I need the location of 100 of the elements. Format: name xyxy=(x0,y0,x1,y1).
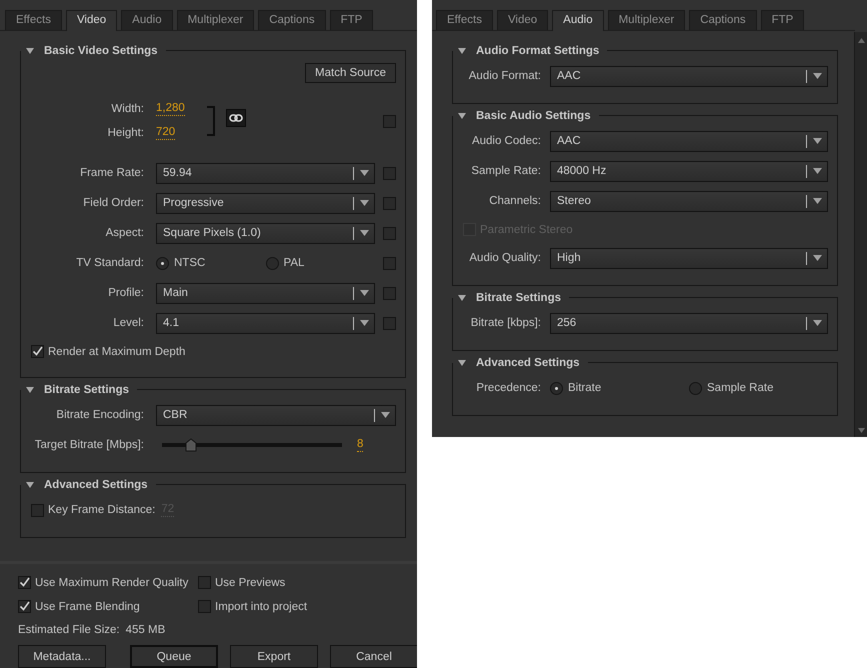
checkbox[interactable] xyxy=(31,504,44,516)
caret-icon[interactable] xyxy=(813,168,822,174)
checkbox[interactable] xyxy=(18,576,31,589)
field-label: Precedence: xyxy=(475,382,541,394)
dropdown[interactable]: Square Pixels (1.0) xyxy=(156,222,375,244)
radio-label[interactable]: Sample Rate xyxy=(707,382,774,394)
tab[interactable]: Multiplexer xyxy=(176,10,254,30)
checkbox-label[interactable]: Use Frame Blending xyxy=(35,600,140,612)
dropdown[interactable]: 59.94 xyxy=(156,162,375,184)
tab[interactable]: Effects xyxy=(436,10,493,30)
caret-icon[interactable] xyxy=(360,200,369,206)
tab[interactable]: Video xyxy=(66,10,118,31)
disclosure-triangle-icon[interactable] xyxy=(26,482,34,488)
field-label: Audio Codec: xyxy=(470,135,541,147)
slider-value[interactable]: 8 xyxy=(357,438,364,452)
estimate-value: 455 MB xyxy=(126,624,166,636)
dialog-button[interactable]: Export xyxy=(230,645,318,668)
link-icon[interactable] xyxy=(226,109,246,127)
radio-button[interactable] xyxy=(550,382,563,394)
field-label: Profile: xyxy=(107,287,144,299)
field-label: Audio Quality: xyxy=(468,252,541,264)
checkbox-label[interactable]: Use Maximum Render Quality xyxy=(35,576,188,588)
radio-label[interactable]: Bitrate xyxy=(568,382,602,394)
disclosure-triangle-icon[interactable] xyxy=(26,48,34,54)
checkbox[interactable] xyxy=(383,166,396,180)
field-label: Field Order: xyxy=(82,197,144,209)
checkbox[interactable] xyxy=(198,600,211,613)
checkbox-label[interactable]: Key Frame Distance: xyxy=(48,504,156,516)
dropdown[interactable]: 48000 Hz xyxy=(550,160,828,182)
radio-button[interactable] xyxy=(689,382,702,394)
section-title: Audio Format Settings xyxy=(476,45,600,57)
radio-label[interactable]: PAL xyxy=(284,257,304,269)
dropdown[interactable]: High xyxy=(550,248,828,268)
dialog-button[interactable]: Metadata... xyxy=(18,645,106,668)
tab[interactable]: Video xyxy=(496,10,548,30)
field-label: Bitrate [kbps]: xyxy=(470,317,541,329)
caret-icon[interactable] xyxy=(813,73,822,79)
dialog-button[interactable]: Queue xyxy=(130,645,218,668)
dropdown[interactable]: AAC xyxy=(550,130,828,152)
checkbox-label[interactable]: Import into project xyxy=(215,600,308,612)
checkbox[interactable] xyxy=(383,226,396,240)
field-label: Audio Format: xyxy=(468,70,541,82)
caret-icon[interactable] xyxy=(381,412,390,418)
caret-icon[interactable] xyxy=(813,320,822,326)
scrollbar[interactable] xyxy=(854,32,867,437)
checkbox[interactable] xyxy=(383,114,396,128)
tab[interactable]: Audio xyxy=(121,10,173,30)
checkbox[interactable] xyxy=(383,196,396,210)
section-title: Bitrate Settings xyxy=(44,384,129,396)
tab[interactable]: Multiplexer xyxy=(608,10,686,30)
dropdown[interactable]: Stereo xyxy=(550,190,828,212)
checkbox[interactable] xyxy=(383,286,396,300)
radio-button[interactable] xyxy=(156,256,169,270)
tab[interactable]: FTP xyxy=(760,10,804,30)
field-label: Height: xyxy=(106,127,144,139)
dropdown[interactable]: 256 xyxy=(550,312,828,334)
caret-icon[interactable] xyxy=(360,320,369,326)
disclosure-triangle-icon[interactable] xyxy=(26,387,34,393)
value-field[interactable]: 720 xyxy=(156,126,176,140)
disclosure-triangle-icon[interactable] xyxy=(458,360,466,366)
tab[interactable]: Captions xyxy=(258,10,326,30)
radio-button[interactable] xyxy=(266,256,278,270)
tab[interactable]: Effects xyxy=(5,10,62,30)
caret-icon[interactable] xyxy=(813,198,822,204)
tab[interactable]: Audio xyxy=(552,10,604,31)
caret-icon[interactable] xyxy=(813,138,822,144)
bracket-icon xyxy=(206,106,216,136)
checkbox-label[interactable]: Use Previews xyxy=(215,576,286,588)
caret-icon[interactable] xyxy=(360,290,369,296)
field-label: Target Bitrate [Mbps]: xyxy=(34,439,144,451)
dropdown[interactable]: CBR xyxy=(156,404,396,426)
scroll-down-icon[interactable] xyxy=(858,428,864,433)
value-field[interactable]: 1,280 xyxy=(156,102,185,116)
disclosure-triangle-icon[interactable] xyxy=(458,48,466,54)
dropdown[interactable]: AAC xyxy=(550,66,828,86)
dropdown[interactable]: Progressive xyxy=(156,192,375,214)
field-label: Level: xyxy=(112,317,144,329)
field-label: Bitrate Encoding: xyxy=(55,409,144,421)
radio-label[interactable]: NTSC xyxy=(174,257,206,269)
field-label: Channels: xyxy=(488,195,541,207)
checkbox[interactable] xyxy=(18,600,31,613)
checkbox[interactable] xyxy=(383,256,396,270)
scroll-up-icon[interactable] xyxy=(858,38,864,43)
dialog-button[interactable]: Cancel xyxy=(330,645,417,668)
disclosure-triangle-icon[interactable] xyxy=(458,295,466,301)
tab[interactable]: FTP xyxy=(330,10,374,30)
dropdown[interactable]: 4.1 xyxy=(156,312,375,334)
match-source-button[interactable]: Match Source xyxy=(305,62,396,82)
checkbox[interactable] xyxy=(383,316,396,330)
checkbox[interactable] xyxy=(31,345,44,358)
checkbox-label[interactable]: Render at Maximum Depth xyxy=(48,346,186,358)
disclosure-triangle-icon[interactable] xyxy=(458,113,466,119)
caret-icon[interactable] xyxy=(360,230,369,236)
caret-icon[interactable] xyxy=(813,255,822,261)
slider-thumb[interactable] xyxy=(184,438,197,452)
checkbox[interactable] xyxy=(198,576,211,589)
dropdown[interactable]: Main xyxy=(156,282,375,304)
tab[interactable]: Captions xyxy=(689,10,757,30)
field-label: Width: xyxy=(110,103,144,115)
caret-icon[interactable] xyxy=(360,170,369,176)
